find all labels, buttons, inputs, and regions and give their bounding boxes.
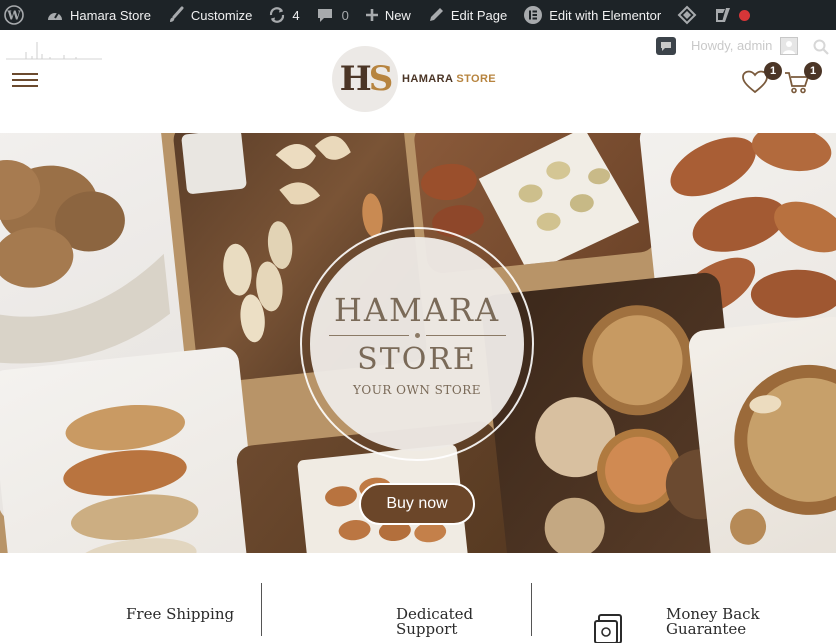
logo-text-accent: STORE — [456, 73, 497, 85]
updates-link[interactable]: 4 — [260, 0, 307, 30]
search-icon[interactable] — [812, 38, 830, 56]
yoast-icon — [713, 5, 733, 25]
dashboard-icon — [46, 7, 64, 23]
updates-count: 4 — [292, 7, 300, 23]
new-label: New — [384, 7, 411, 23]
feature-money-back: Money Back Guarantee — [666, 605, 760, 638]
logo-mark-h: H — [339, 59, 372, 99]
wishlist-count-badge: 1 — [764, 62, 782, 80]
sparkline-graphic — [6, 42, 102, 60]
edit-page-link[interactable]: Edit Page — [419, 0, 515, 30]
emblem-tagline: YOUR OWN STORE — [352, 383, 482, 397]
hamburger-icon-bar — [12, 73, 38, 75]
pencil-icon — [427, 6, 445, 24]
menu-toggle-button[interactable] — [12, 73, 38, 89]
comment-icon — [316, 6, 334, 24]
site-header: Howdy, admin HS HAMARA STORE 1 1 — [0, 30, 836, 133]
mixed-nuts-glass-image — [0, 345, 262, 553]
cart-button[interactable]: 1 — [784, 62, 822, 94]
wordpress-logo-button[interactable]: W — [0, 0, 38, 30]
hamburger-icon-bar — [12, 79, 38, 81]
edit-page-label: Edit Page — [450, 7, 508, 23]
refresh-icon — [268, 6, 286, 24]
feature-free-shipping: Free Shipping — [126, 605, 235, 623]
emblem-divider — [328, 333, 506, 338]
site-name-link[interactable]: Hamara Store — [38, 0, 159, 30]
cart-count-badge: 1 — [804, 62, 822, 80]
avatar[interactable] — [780, 37, 798, 55]
buy-now-button[interactable]: Buy now — [359, 483, 475, 525]
store-emblem: HAMARA STORE YOUR OWN STORE — [300, 227, 534, 461]
features-strip: Free Shipping Dedicated Support Money Ba… — [0, 553, 836, 643]
hamburger-icon-bar — [12, 85, 38, 87]
site-logo[interactable]: HS HAMARA STORE — [332, 46, 496, 112]
comments-link[interactable]: 0 — [308, 0, 357, 30]
customize-label: Customize — [190, 7, 253, 23]
emblem-circle: HAMARA STORE YOUR OWN STORE — [310, 237, 524, 451]
emblem-title: HAMARA — [333, 291, 501, 329]
howdy-greeting[interactable]: Howdy, admin — [691, 38, 772, 53]
comments-count: 0 — [341, 7, 349, 23]
logo-mark: HS — [332, 46, 398, 112]
new-content-link[interactable]: New — [357, 0, 419, 30]
logo-mark-s: S — [368, 59, 394, 99]
plus-icon — [365, 8, 379, 22]
svg-text:W: W — [6, 9, 21, 23]
admin-bar: W Hamara Store Customize 4 0 New Edit Pa… — [0, 0, 836, 30]
money-icon — [594, 614, 622, 643]
chat-icon[interactable] — [656, 37, 676, 55]
feature-divider — [261, 583, 262, 636]
edit-elementor-link[interactable]: Edit with Elementor — [515, 0, 669, 30]
hero-banner: HAMARA STORE YOUR OWN STORE Buy now — [0, 133, 836, 553]
diamond-plugin-button[interactable] — [669, 0, 705, 30]
edit-elementor-label: Edit with Elementor — [549, 7, 662, 23]
feature-dedicated-support: Dedicated Support — [396, 605, 474, 638]
feature-divider — [531, 583, 532, 636]
yoast-button[interactable] — [705, 0, 758, 30]
logo-text-main: HAMARA — [402, 73, 453, 85]
emblem-subtitle: STORE — [357, 342, 477, 377]
elementor-icon — [523, 5, 543, 25]
logo-text: HAMARA STORE — [402, 73, 496, 85]
customize-link[interactable]: Customize — [159, 0, 260, 30]
wishlist-button[interactable]: 1 — [742, 62, 782, 94]
wordpress-icon: W — [4, 5, 24, 25]
paintbrush-icon — [167, 6, 185, 24]
diamond-icon — [677, 5, 697, 25]
walnut-bowl-image — [687, 315, 836, 553]
status-dot — [739, 9, 751, 21]
site-name-label: Hamara Store — [70, 7, 151, 23]
